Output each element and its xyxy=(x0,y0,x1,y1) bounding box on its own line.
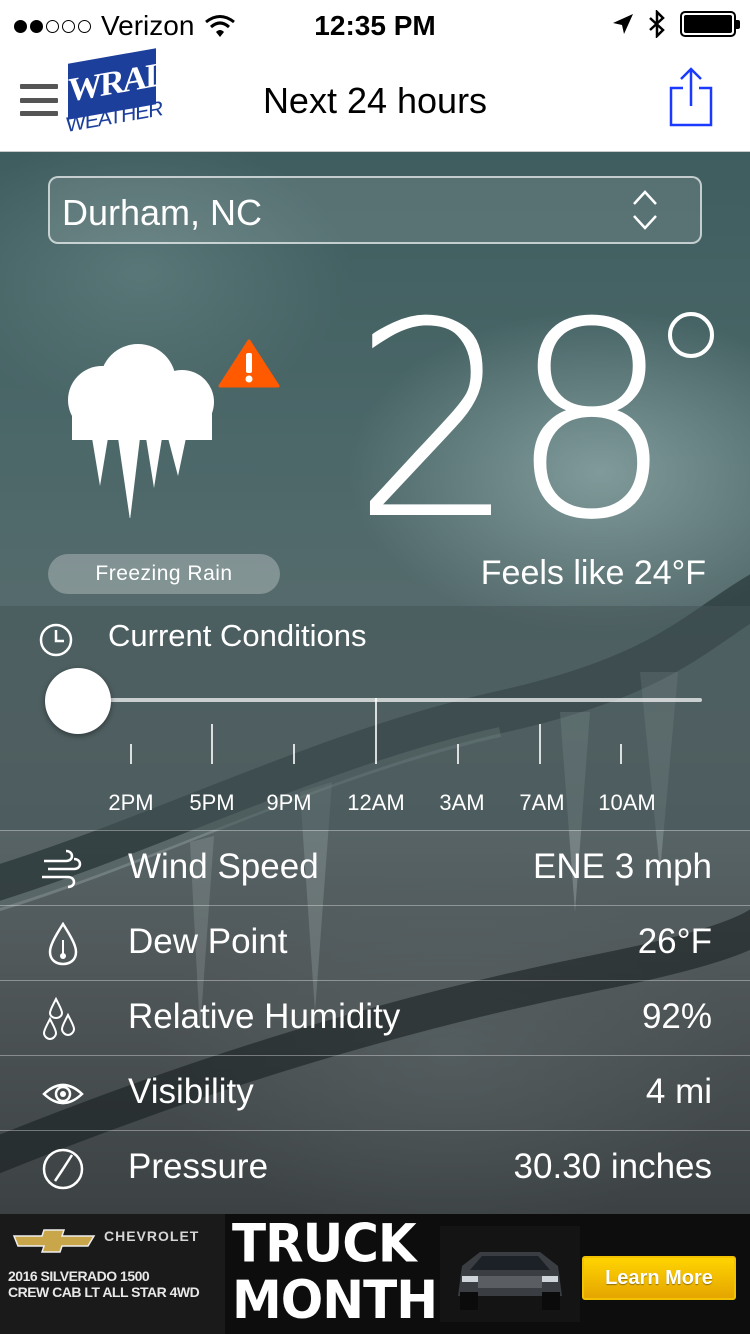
status-bar: Verizon 12:35 PM xyxy=(0,0,750,50)
time-label-12am[interactable]: 12AM xyxy=(347,790,404,816)
nav-bar: WRAL WEATHER Next 24 hours xyxy=(0,48,750,152)
detail-label: Wind Speed xyxy=(128,847,319,886)
detail-row-pressure: Pressure 30.30 inches xyxy=(0,1130,750,1205)
detail-value: 92% xyxy=(641,997,712,1036)
time-label-10am[interactable]: 10AM xyxy=(598,790,655,816)
clock-icon xyxy=(39,623,73,657)
detail-label: Pressure xyxy=(128,1147,269,1186)
eye-icon xyxy=(42,1083,84,1105)
detail-value: 30.30 inches xyxy=(513,1147,712,1186)
up-down-chevron-icon xyxy=(633,190,657,230)
degree-symbol-icon xyxy=(668,312,714,358)
freezing-rain-icon xyxy=(68,344,214,518)
location-selector[interactable]: Durham, NC xyxy=(48,176,702,244)
location-value: Durham, NC xyxy=(62,192,263,233)
detail-row-relative-humidity: Relative Humidity 92% xyxy=(0,980,750,1055)
current-conditions-label: Current Conditions xyxy=(108,618,367,653)
detail-row-dew-point: Dew Point 26°F xyxy=(0,905,750,980)
gauge-icon xyxy=(42,1148,84,1190)
battery-icon xyxy=(680,11,740,37)
time-label-7am[interactable]: 7AM xyxy=(519,790,564,816)
warning-icon[interactable] xyxy=(218,338,280,388)
condition-badge: Freezing Rain xyxy=(48,554,280,594)
time-label-3am[interactable]: 3AM xyxy=(439,790,484,816)
current-temperature: 28 xyxy=(352,264,674,579)
detail-label: Visibility xyxy=(128,1072,254,1111)
time-label-5pm[interactable]: 5PM xyxy=(189,790,234,816)
bluetooth-icon xyxy=(649,10,665,38)
truck-image xyxy=(440,1226,580,1322)
detail-row-visibility: Visibility 4 mi xyxy=(0,1055,750,1130)
share-button[interactable] xyxy=(668,66,714,128)
detail-row-wind-speed: Wind Speed ENE 3 mph xyxy=(0,830,750,905)
ad-headline: TRUCK MONTH xyxy=(232,1214,438,1331)
location-arrow-icon xyxy=(613,14,633,34)
ad-banner[interactable]: CHEVROLET 2016 SILVERADO 1500 CREW CAB L… xyxy=(0,1214,750,1334)
timeline-panel: Current Conditions 2PM 5PM 9PM 12AM 3AM … xyxy=(0,606,750,830)
wind-icon xyxy=(42,849,82,889)
thermometer-drop-icon xyxy=(48,922,78,966)
learn-more-button[interactable]: Learn More xyxy=(582,1256,736,1300)
detail-value: 4 mi xyxy=(645,1072,712,1111)
timeline-ticks xyxy=(0,698,750,784)
time-slider-track[interactable] xyxy=(78,698,702,702)
detail-value: 26°F xyxy=(637,922,712,961)
weather-panel: Durham, NC Freezing Rain 28 Feels like 2… xyxy=(0,152,750,1214)
page-title: Next 24 hours xyxy=(262,80,488,121)
detail-value: ENE 3 mph xyxy=(533,847,712,886)
time-label-9pm[interactable]: 9PM xyxy=(266,790,311,816)
details-list: Wind Speed ENE 3 mph Dew Point 26°F Rela… xyxy=(0,830,750,1205)
chevrolet-bowtie-icon xyxy=(12,1229,96,1253)
droplets-icon xyxy=(42,997,76,1041)
ad-subline: 2016 SILVERADO 1500 CREW CAB LT ALL STAR… xyxy=(8,1268,200,1300)
detail-label: Dew Point xyxy=(128,922,288,961)
feels-like-text: Feels like 24°F xyxy=(480,554,706,592)
detail-label: Relative Humidity xyxy=(128,997,401,1036)
time-label-2pm[interactable]: 2PM xyxy=(108,790,153,816)
ad-brand: CHEVROLET xyxy=(104,1228,200,1244)
